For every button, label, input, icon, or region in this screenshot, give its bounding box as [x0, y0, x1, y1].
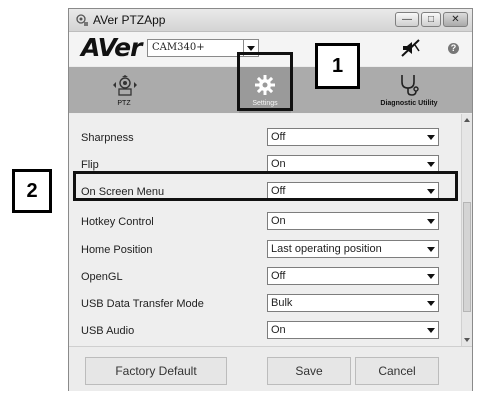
- speaker-muted-icon[interactable]: [399, 39, 421, 57]
- chevron-down-icon: [424, 213, 438, 229]
- setting-label: USB Audio: [81, 325, 135, 337]
- tab-ptz-label: PTZ: [117, 100, 131, 107]
- setting-label: Hotkey Control: [81, 216, 154, 228]
- scrollbar-thumb[interactable]: [463, 202, 471, 312]
- setting-row: Hotkey Control On: [81, 212, 461, 232]
- chevron-down-icon: [424, 268, 438, 284]
- chevron-down-icon: [424, 156, 438, 172]
- chevron-down-icon: [424, 322, 438, 338]
- save-button[interactable]: Save: [267, 357, 351, 385]
- settings-highlight-box: [237, 52, 293, 111]
- tab-ptz[interactable]: PTZ: [99, 67, 149, 113]
- dropdown-value: Last operating position: [271, 243, 382, 255]
- on-screen-menu-highlight-box: [73, 171, 458, 201]
- minimize-button[interactable]: —: [395, 12, 419, 27]
- setting-dropdown-sharpness[interactable]: Off: [267, 128, 439, 146]
- setting-dropdown-usb-data-transfer-mode[interactable]: Bulk: [267, 294, 439, 312]
- chevron-down-icon: [424, 295, 438, 311]
- callout-1: 1: [315, 43, 360, 89]
- settings-list: Sharpness Off Flip On On Screen Menu Off…: [69, 114, 472, 346]
- close-icon: ✕: [451, 14, 460, 25]
- setting-label: Sharpness: [81, 132, 134, 144]
- dropdown-value: On: [271, 215, 286, 227]
- callout-2: 2: [12, 169, 52, 213]
- dropdown-value: On: [271, 158, 286, 170]
- setting-dropdown-opengl[interactable]: Off: [267, 267, 439, 285]
- maximize-icon: □: [427, 14, 435, 25]
- aver-logo: AVer: [81, 33, 142, 62]
- setting-row: Sharpness Off: [81, 128, 461, 148]
- tab-diagnostic-label: Diagnostic Utility: [380, 100, 438, 107]
- vertical-scrollbar[interactable]: [461, 114, 472, 346]
- ptz-camera-icon: [113, 75, 137, 96]
- dropdown-value: Off: [271, 270, 286, 282]
- setting-row: OpenGL Off: [81, 267, 461, 287]
- maximize-button[interactable]: □: [421, 12, 441, 27]
- window-title: AVer PTZApp: [93, 13, 166, 27]
- factory-default-button[interactable]: Factory Default: [85, 357, 227, 385]
- setting-label: USB Data Transfer Mode: [81, 298, 204, 310]
- dropdown-value: Bulk: [271, 297, 293, 309]
- app-icon: [76, 14, 88, 26]
- cancel-button[interactable]: Cancel: [355, 357, 439, 385]
- footer-bar: Factory Default Save Cancel: [69, 346, 472, 391]
- help-icon[interactable]: ?: [448, 43, 459, 54]
- setting-row: USB Audio On: [81, 321, 461, 341]
- title-bar[interactable]: AVer PTZApp — □ ✕: [69, 9, 472, 32]
- setting-label: Home Position: [81, 244, 153, 256]
- setting-dropdown-home-position[interactable]: Last operating position: [267, 240, 439, 258]
- dropdown-value: Off: [271, 131, 286, 143]
- setting-label: Flip: [81, 159, 99, 171]
- camera-select-value: CAM340+: [152, 42, 205, 53]
- tab-diagnostic-utility[interactable]: Diagnostic Utility: [369, 67, 449, 113]
- chevron-down-icon: [424, 241, 438, 257]
- scroll-up-icon[interactable]: [464, 118, 470, 122]
- close-button[interactable]: ✕: [443, 12, 468, 27]
- stethoscope-icon: [401, 75, 419, 96]
- setting-dropdown-hotkey-control[interactable]: On: [267, 212, 439, 230]
- chevron-down-icon: [424, 129, 438, 145]
- setting-row: Home Position Last operating position: [81, 240, 461, 260]
- dropdown-value: On: [271, 324, 286, 336]
- setting-dropdown-usb-audio[interactable]: On: [267, 321, 439, 339]
- minimize-icon: —: [402, 14, 412, 25]
- setting-row: USB Data Transfer Mode Bulk: [81, 294, 461, 314]
- scroll-down-icon[interactable]: [464, 338, 470, 342]
- setting-label: OpenGL: [81, 271, 123, 283]
